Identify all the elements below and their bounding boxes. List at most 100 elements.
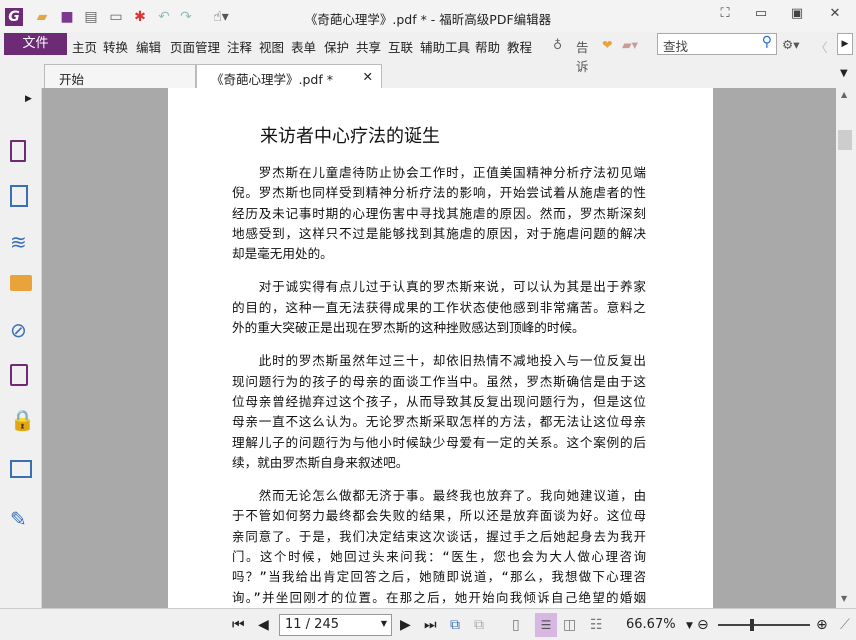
document-heading: 来访者中心疗法的诞生 [260, 126, 440, 147]
form-fields-icon[interactable] [10, 460, 32, 478]
text-line: 地感受到，这样只不过是能够找到其施虐的原因，对于施虐问题的解决 [232, 225, 646, 241]
zoom-level[interactable]: 66.67% [626, 617, 676, 632]
text-line: 对于诚实得有点儿过于认真的罗杰斯来说，可以认为其是出于养家 [232, 279, 646, 295]
zoom-dropdown-icon[interactable]: ▼ [686, 621, 693, 631]
text-line: 理解儿子的问题行为与他小时候缺少母爱有一定的关系。这个案例的后 [232, 434, 646, 450]
document-body: 罗杰斯在儿童虐待防止协会工作时，正值美国精神分析疗法初见端 倪。罗杰斯也同样受到精… [232, 163, 646, 608]
text-line: 吗？”当我给出肯定回答之后，她随即说道，“那么，我想做下心理咨 [232, 569, 646, 585]
menu-home[interactable]: 主页 [72, 37, 97, 56]
heart-icon[interactable]: ❤ [602, 37, 612, 52]
zoom-in-button[interactable]: ⊕ [816, 617, 828, 633]
search-placeholder: 查找 [663, 39, 689, 54]
scroll-down-icon[interactable]: ▼ [841, 594, 847, 603]
text-line: 然而无论怎么做都无济于事。最终我也放弃了。我向她建议道，由 [232, 488, 646, 504]
next-page-button[interactable]: ▶ [400, 617, 411, 633]
minimize-button[interactable]: ▭ [750, 6, 772, 24]
security-lock-icon[interactable]: 🔒 [10, 409, 35, 431]
paragraph: 罗杰斯在儿童虐待防止协会工作时，正值美国精神分析疗法初见端 倪。罗杰斯也同样受到精… [232, 163, 646, 264]
lightbulb-icon[interactable]: ♁ [553, 37, 562, 52]
certificate-tool-icon[interactable]: ✎ [10, 508, 32, 530]
menu-organize[interactable]: 页面管理 [170, 37, 220, 56]
tab-list-dropdown-icon[interactable]: ▼ [840, 68, 848, 79]
scroll-right-button[interactable]: ▶ [837, 33, 853, 55]
last-page-button[interactable]: ⏭ [424, 617, 437, 633]
page-number-value: 11 / 245 [285, 617, 339, 632]
maximize-button[interactable]: ▣ [786, 6, 808, 24]
vertical-scrollbar[interactable]: ▲ ▼ [836, 88, 856, 608]
find-folder-icon[interactable]: ▰▾ [622, 37, 638, 52]
menu-share[interactable]: 共享 [356, 37, 381, 56]
thumbnails-icon[interactable] [10, 185, 28, 207]
text-line: 此时的罗杰斯虽然年过三十，却依旧热情不减地投入与一位反复出 [232, 353, 646, 369]
previous-page-button[interactable]: ◀ [258, 617, 269, 633]
text-line: 外的重大突破正是出现在罗杰斯的这种挫败感达到顶峰的时候。 [232, 320, 585, 336]
text-line: 位母亲曾经抛弃过这个孩子，从而导致其反复出现问题行为，但是这位 [232, 393, 646, 409]
menu-tutorial[interactable]: 教程 [507, 37, 532, 56]
menu-edit[interactable]: 编辑 [136, 37, 161, 56]
menu-bar: 文件 主页 转换 编辑 页面管理 注释 视图 表单 保护 共享 互联 辅助工具 … [0, 32, 856, 74]
expand-panel-icon[interactable]: ▶ [25, 94, 32, 104]
document-viewer[interactable]: 来访者中心疗法的诞生 罗杰斯在儿童虐待防止协会工作时，正值美国精神分析疗法初见端… [42, 88, 836, 608]
single-page-view-icon[interactable]: ▯ [512, 617, 520, 633]
attachment-icon[interactable]: ⊘ [10, 319, 32, 341]
zoom-slider-handle[interactable] [750, 619, 754, 631]
menu-accessibility[interactable]: 辅助工具 [420, 37, 470, 56]
page-number-input[interactable]: 11 / 245 ▼ [279, 614, 392, 636]
menu-connect[interactable]: 互联 [388, 37, 413, 56]
pdf-page: 来访者中心疗法的诞生 罗杰斯在儿童虐待防止协会工作时，正值美国精神分析疗法初见端… [168, 88, 713, 608]
file-menu-button[interactable]: 文件 [4, 33, 67, 55]
search-input[interactable]: 查找 ⚲ [657, 33, 777, 55]
page-dropdown-icon[interactable]: ▼ [381, 619, 387, 628]
tab-label: 《奇葩心理学》.pdf * [211, 72, 333, 87]
status-bar: ⏮ ◀ 11 / 245 ▼ ▶ ⏭ ⧉ ⧉ ▯ ☰ ◫ ☷ 66.67% ▼ ⊖… [0, 608, 856, 640]
layers-icon[interactable]: ≋ [10, 231, 32, 253]
menu-protect[interactable]: 保护 [324, 37, 349, 56]
text-line: 续，就由罗杰斯自身来叙述吧。 [232, 454, 409, 470]
next-view-icon[interactable]: ⧉ [474, 617, 484, 633]
text-line: 现问题行为的孩子的母亲的面谈工作当中。虽然，罗杰斯确信是由于这 [232, 373, 646, 389]
settings-gear-icon[interactable]: ⚙▾ [782, 37, 799, 52]
menu-help[interactable]: 帮助 [475, 37, 500, 56]
first-page-button[interactable]: ⏮ [232, 617, 245, 633]
resize-grip-icon[interactable]: ⟋ [840, 617, 850, 633]
continuous-view-button[interactable]: ☰ [535, 613, 557, 637]
navigation-sidebar: ▶ ≋ ⊘ 🔒 ✎ [0, 88, 42, 608]
text-line: 经历及未记事时期的心理伤害中寻找其施虐的原因。然而，罗杰斯深刻 [232, 205, 646, 221]
paragraph: 然而无论怎么做都无济于事。最终我也放弃了。我向她建议道，由 于不管如何努力最终都会… [232, 486, 646, 608]
continuous-facing-view-icon[interactable]: ☷ [590, 617, 603, 633]
menu-form[interactable]: 表单 [291, 37, 316, 56]
scroll-left-icon[interactable]: 〈 [815, 37, 828, 56]
zoom-out-button[interactable]: ⊖ [697, 617, 709, 633]
bookmark-page-icon[interactable] [10, 140, 26, 162]
tab-document[interactable]: 《奇葩心理学》.pdf * ✕ [196, 64, 382, 88]
comments-icon[interactable] [10, 275, 32, 291]
text-line: 询。”并坐回刚才的位置。在那之后，她开始向我倾诉自己绝望的婚姻 [232, 589, 646, 605]
signature-icon[interactable] [10, 364, 28, 386]
tab-start[interactable]: 开始 [44, 64, 196, 88]
paragraph: 此时的罗杰斯虽然年过三十，却依旧热情不减地投入与一位反复出 现问题行为的孩子的母亲… [232, 351, 646, 473]
scroll-up-icon[interactable]: ▲ [841, 90, 847, 99]
text-line: 倪。罗杰斯也同样受到精神分析疗法的影响，开始尝试着从施虐者的性 [232, 185, 646, 201]
tab-bar: 开始 《奇葩心理学》.pdf * ✕ ▼ [0, 58, 856, 88]
paragraph: 对于诚实得有点儿过于认真的罗杰斯来说，可以认为其是出于养家 的目的，这种一直无法获… [232, 277, 646, 338]
text-line: 罗杰斯在儿童虐待防止协会工作时，正值美国精神分析疗法初见端 [232, 165, 646, 180]
menu-comment[interactable]: 注释 [227, 37, 252, 56]
title-bar: G ▰ ■ ▤ ▭ ✱ ↶ ↷ ☝▾ 《奇葩心理学》.pdf * - 福昕高级P… [0, 0, 856, 32]
search-icon[interactable]: ⚲ [762, 34, 772, 50]
text-line: 亲同意了。于是，我们决定结束这次谈话，握过手之后她起身去为我开 [232, 528, 646, 544]
text-line: 于不管如何努力最终都会失败的结果，所以还是放弃面谈为好。这位母 [232, 508, 646, 524]
zoom-slider[interactable] [718, 624, 810, 626]
text-line: 门。这个时候，她回过头来问我：“医生，您也会为大人做心理咨询 [232, 549, 646, 565]
menu-convert[interactable]: 转换 [103, 37, 128, 56]
close-window-button[interactable]: ✕ [824, 6, 846, 24]
previous-view-icon[interactable]: ⧉ [450, 617, 460, 633]
menu-view[interactable]: 视图 [259, 37, 284, 56]
scrollbar-thumb[interactable] [838, 130, 852, 150]
text-line: 的目的，这种一直无法获得成果的工作状态使他感到非常痛苦。意料之 [232, 299, 646, 315]
close-tab-icon[interactable]: ✕ [363, 69, 373, 84]
text-line: 却是毫无用处的。 [232, 246, 333, 262]
text-line: 母亲一直不这么认为。无论罗杰斯采取怎样的方法，都无法让这位母亲 [232, 414, 646, 430]
facing-view-icon[interactable]: ◫ [563, 617, 576, 633]
fullscreen-icon[interactable]: ⛶ [714, 6, 736, 24]
tab-label: 开始 [59, 72, 85, 87]
